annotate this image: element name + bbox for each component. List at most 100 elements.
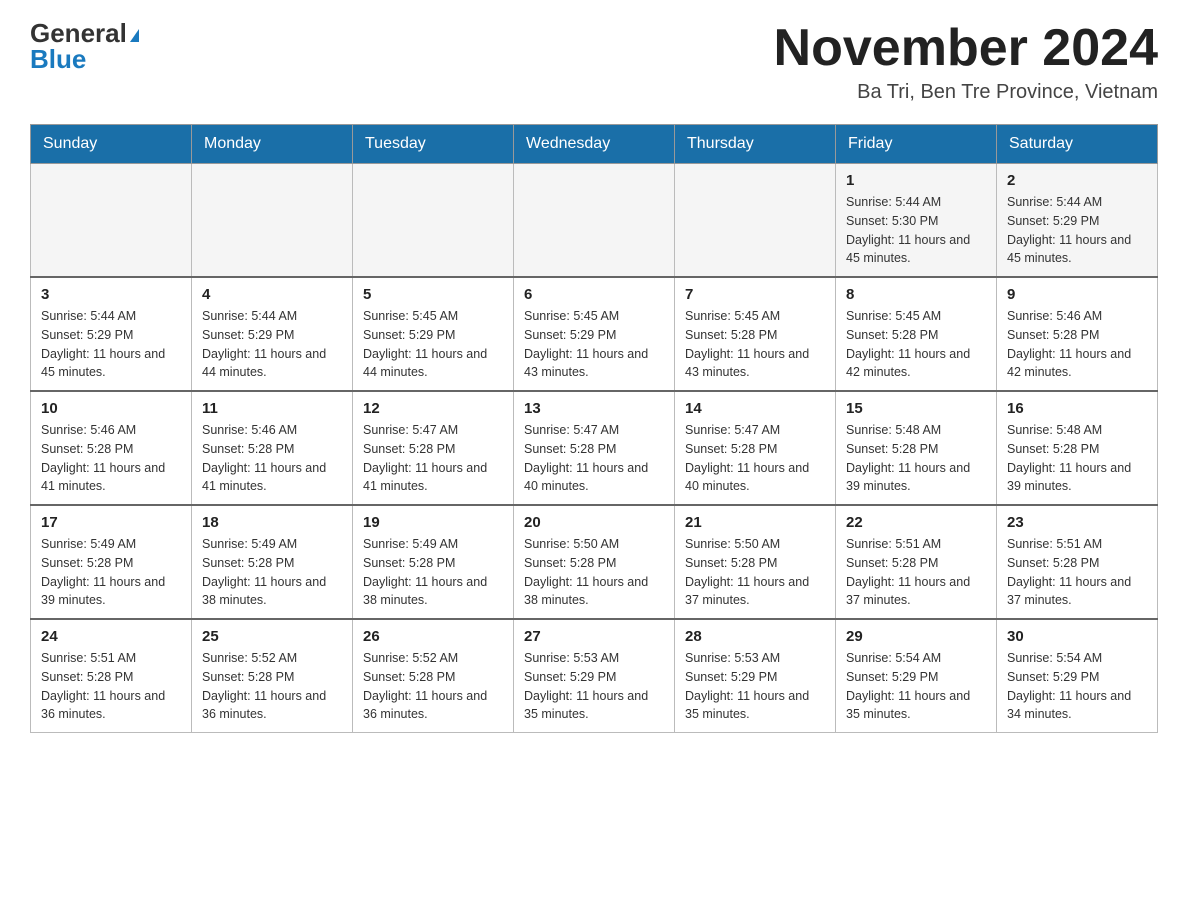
day-number: 4	[202, 286, 342, 303]
weekday-header-wednesday: Wednesday	[514, 125, 675, 164]
calendar-cell: 22 Sunrise: 5:51 AMSunset: 5:28 PMDayligh…	[836, 505, 997, 619]
day-number: 1	[846, 172, 986, 189]
day-number: 27	[524, 628, 664, 645]
day-info: Sunrise: 5:54 AMSunset: 5:29 PMDaylight:…	[846, 649, 986, 724]
calendar-cell: 20 Sunrise: 5:50 AMSunset: 5:28 PMDayligh…	[514, 505, 675, 619]
calendar-week-2: 3 Sunrise: 5:44 AMSunset: 5:29 PMDaylight…	[31, 277, 1158, 391]
calendar-cell	[192, 164, 353, 278]
day-info: Sunrise: 5:44 AMSunset: 5:29 PMDaylight:…	[202, 307, 342, 382]
day-info: Sunrise: 5:51 AMSunset: 5:28 PMDaylight:…	[846, 535, 986, 610]
day-number: 30	[1007, 628, 1147, 645]
day-number: 14	[685, 400, 825, 417]
calendar-cell: 29 Sunrise: 5:54 AMSunset: 5:29 PMDayligh…	[836, 619, 997, 733]
weekday-header-tuesday: Tuesday	[353, 125, 514, 164]
calendar-cell: 7 Sunrise: 5:45 AMSunset: 5:28 PMDaylight…	[675, 277, 836, 391]
weekday-header-monday: Monday	[192, 125, 353, 164]
logo: General Blue	[30, 20, 139, 75]
day-number: 3	[41, 286, 181, 303]
day-info: Sunrise: 5:44 AMSunset: 5:29 PMDaylight:…	[41, 307, 181, 382]
calendar-cell: 14 Sunrise: 5:47 AMSunset: 5:28 PMDayligh…	[675, 391, 836, 505]
day-number: 11	[202, 400, 342, 417]
day-info: Sunrise: 5:48 AMSunset: 5:28 PMDaylight:…	[846, 421, 986, 496]
day-number: 24	[41, 628, 181, 645]
day-number: 25	[202, 628, 342, 645]
calendar-cell: 12Sunrise: 5:47 AMSunset: 5:28 PMDayligh…	[353, 391, 514, 505]
title-area: November 2024 Ba Tri, Ben Tre Province, …	[774, 20, 1158, 104]
day-info: Sunrise: 5:54 AMSunset: 5:29 PMDaylight:…	[1007, 649, 1147, 724]
day-info: Sunrise: 5:47 AMSunset: 5:28 PMDaylight:…	[524, 421, 664, 496]
weekday-header-thursday: Thursday	[675, 125, 836, 164]
calendar-cell: 21 Sunrise: 5:50 AMSunset: 5:28 PMDayligh…	[675, 505, 836, 619]
calendar-week-4: 17 Sunrise: 5:49 AMSunset: 5:28 PMDayligh…	[31, 505, 1158, 619]
calendar-cell	[675, 164, 836, 278]
calendar-cell: 16 Sunrise: 5:48 AMSunset: 5:28 PMDayligh…	[997, 391, 1158, 505]
day-number: 20	[524, 514, 664, 531]
day-number: 28	[685, 628, 825, 645]
calendar-week-1: 1 Sunrise: 5:44 AMSunset: 5:30 PMDaylight…	[31, 164, 1158, 278]
weekday-header-sunday: Sunday	[31, 125, 192, 164]
calendar-cell: 18 Sunrise: 5:49 AMSunset: 5:28 PMDayligh…	[192, 505, 353, 619]
day-number: 18	[202, 514, 342, 531]
calendar-cell: 24 Sunrise: 5:51 AMSunset: 5:28 PMDayligh…	[31, 619, 192, 733]
day-number: 9	[1007, 286, 1147, 303]
day-info: Sunrise: 5:45 AMSunset: 5:29 PMDaylight:…	[524, 307, 664, 382]
day-info: Sunrise: 5:50 AMSunset: 5:28 PMDaylight:…	[685, 535, 825, 610]
day-number: 17	[41, 514, 181, 531]
day-info: Sunrise: 5:45 AMSunset: 5:28 PMDaylight:…	[685, 307, 825, 382]
day-info: Sunrise: 5:49 AMSunset: 5:28 PMDaylight:…	[363, 535, 503, 610]
calendar-cell: 17 Sunrise: 5:49 AMSunset: 5:28 PMDayligh…	[31, 505, 192, 619]
calendar-week-5: 24 Sunrise: 5:51 AMSunset: 5:28 PMDayligh…	[31, 619, 1158, 733]
day-info: Sunrise: 5:45 AMSunset: 5:29 PMDaylight:…	[363, 307, 503, 382]
calendar-cell: 9 Sunrise: 5:46 AMSunset: 5:28 PMDaylight…	[997, 277, 1158, 391]
logo-blue-text: Blue	[30, 44, 86, 75]
calendar-cell: 2Sunrise: 5:44 AMSunset: 5:29 PMDaylight…	[997, 164, 1158, 278]
logo-general-text: General	[30, 20, 139, 46]
calendar-cell: 30 Sunrise: 5:54 AMSunset: 5:29 PMDayligh…	[997, 619, 1158, 733]
calendar-cell: 11 Sunrise: 5:46 AMSunset: 5:28 PMDayligh…	[192, 391, 353, 505]
calendar-cell	[31, 164, 192, 278]
calendar-cell	[353, 164, 514, 278]
day-info: Sunrise: 5:53 AMSunset: 5:29 PMDaylight:…	[524, 649, 664, 724]
day-info: Sunrise: 5:46 AMSunset: 5:28 PMDaylight:…	[41, 421, 181, 496]
day-info: Sunrise: 5:44 AMSunset: 5:30 PMDaylight:…	[846, 193, 986, 268]
calendar-cell: 5Sunrise: 5:45 AMSunset: 5:29 PMDaylight…	[353, 277, 514, 391]
day-number: 6	[524, 286, 664, 303]
calendar-cell: 3 Sunrise: 5:44 AMSunset: 5:29 PMDaylight…	[31, 277, 192, 391]
day-info: Sunrise: 5:51 AMSunset: 5:28 PMDaylight:…	[41, 649, 181, 724]
calendar-cell: 8Sunrise: 5:45 AMSunset: 5:28 PMDaylight…	[836, 277, 997, 391]
day-info: Sunrise: 5:47 AMSunset: 5:28 PMDaylight:…	[685, 421, 825, 496]
day-number: 16	[1007, 400, 1147, 417]
calendar-table: SundayMondayTuesdayWednesdayThursdayFrid…	[30, 124, 1158, 733]
day-number: 13	[524, 400, 664, 417]
calendar-cell: 27 Sunrise: 5:53 AMSunset: 5:29 PMDayligh…	[514, 619, 675, 733]
day-info: Sunrise: 5:52 AMSunset: 5:28 PMDaylight:…	[363, 649, 503, 724]
day-info: Sunrise: 5:51 AMSunset: 5:28 PMDaylight:…	[1007, 535, 1147, 610]
day-number: 8	[846, 286, 986, 303]
day-number: 23	[1007, 514, 1147, 531]
day-info: Sunrise: 5:46 AMSunset: 5:28 PMDaylight:…	[1007, 307, 1147, 382]
day-number: 26	[363, 628, 503, 645]
day-info: Sunrise: 5:49 AMSunset: 5:28 PMDaylight:…	[41, 535, 181, 610]
day-info: Sunrise: 5:50 AMSunset: 5:28 PMDaylight:…	[524, 535, 664, 610]
day-info: Sunrise: 5:48 AMSunset: 5:28 PMDaylight:…	[1007, 421, 1147, 496]
calendar-cell: 26 Sunrise: 5:52 AMSunset: 5:28 PMDayligh…	[353, 619, 514, 733]
calendar-cell: 4 Sunrise: 5:44 AMSunset: 5:29 PMDaylight…	[192, 277, 353, 391]
day-info: Sunrise: 5:44 AMSunset: 5:29 PMDaylight:…	[1007, 193, 1147, 268]
calendar-cell: 10Sunrise: 5:46 AMSunset: 5:28 PMDayligh…	[31, 391, 192, 505]
weekday-header-row: SundayMondayTuesdayWednesdayThursdayFrid…	[31, 125, 1158, 164]
calendar-cell	[514, 164, 675, 278]
calendar-cell: 6 Sunrise: 5:45 AMSunset: 5:29 PMDaylight…	[514, 277, 675, 391]
day-number: 19	[363, 514, 503, 531]
page-header: General Blue November 2024 Ba Tri, Ben T…	[30, 20, 1158, 104]
day-number: 15	[846, 400, 986, 417]
calendar-cell: 28Sunrise: 5:53 AMSunset: 5:29 PMDayligh…	[675, 619, 836, 733]
day-info: Sunrise: 5:46 AMSunset: 5:28 PMDaylight:…	[202, 421, 342, 496]
day-number: 22	[846, 514, 986, 531]
weekday-header-friday: Friday	[836, 125, 997, 164]
day-number: 7	[685, 286, 825, 303]
day-info: Sunrise: 5:52 AMSunset: 5:28 PMDaylight:…	[202, 649, 342, 724]
day-info: Sunrise: 5:49 AMSunset: 5:28 PMDaylight:…	[202, 535, 342, 610]
day-number: 21	[685, 514, 825, 531]
day-number: 29	[846, 628, 986, 645]
calendar-cell: 13 Sunrise: 5:47 AMSunset: 5:28 PMDayligh…	[514, 391, 675, 505]
